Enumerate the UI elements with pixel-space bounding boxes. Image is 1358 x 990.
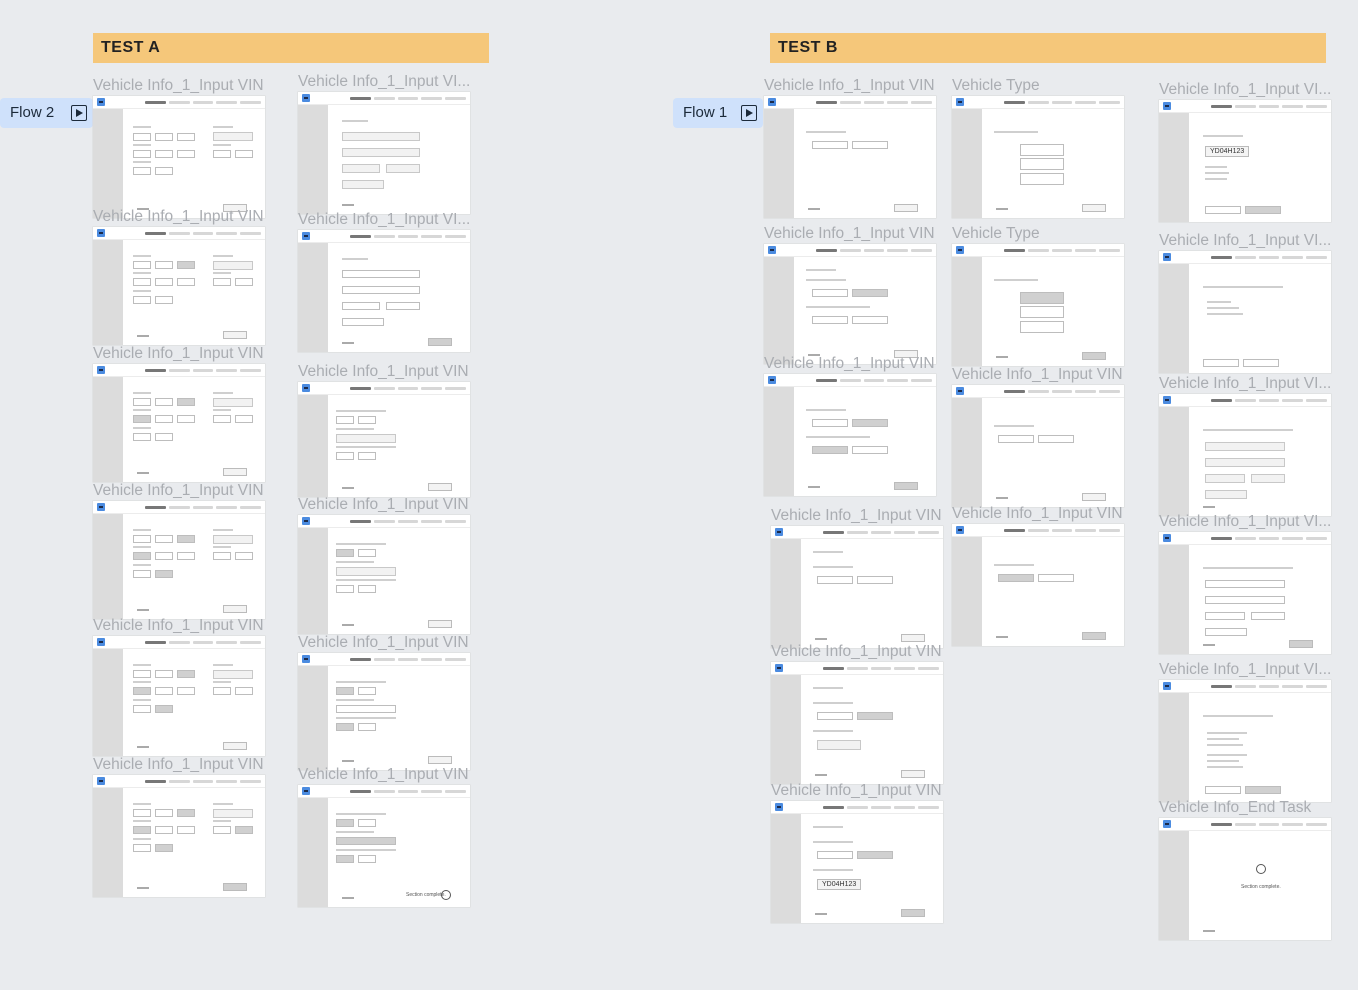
frame-label: Vehicle Info_1_Input VIN: [298, 766, 469, 783]
logo-icon: [97, 229, 105, 237]
check-icon: [441, 890, 451, 900]
logo-icon: [302, 517, 310, 525]
logo-icon: [775, 664, 783, 672]
play-icon[interactable]: [741, 105, 757, 121]
logo-icon: [768, 98, 776, 106]
screen-frame[interactable]: YD04H123: [771, 801, 943, 923]
frame-label: Vehicle Info_1_Input VIN: [764, 355, 935, 372]
frame-label: Vehicle Info_1_Input VI...: [298, 211, 470, 228]
logo-icon: [1163, 534, 1171, 542]
test-a-header: TEST A: [93, 33, 489, 63]
screen-frame[interactable]: [93, 775, 265, 897]
screen-frame[interactable]: [771, 526, 943, 648]
frame-label: Vehicle Info_1_Input VIN: [93, 617, 264, 634]
frame-label: Vehicle Info_1_Input VIN: [93, 208, 264, 225]
frame-label: Vehicle Info_1_Input VI...: [298, 73, 470, 90]
screen-frame[interactable]: [952, 244, 1124, 366]
frame-label: Vehicle Info_1_Input VIN: [93, 756, 264, 773]
logo-icon: [302, 94, 310, 102]
screen-frame[interactable]: Section complete.: [298, 785, 470, 907]
logo-icon: [97, 503, 105, 511]
logo-icon: [956, 246, 964, 254]
screen-frame[interactable]: [93, 227, 265, 345]
frame-label: Vehicle Info_1_Input VIN: [952, 366, 1123, 383]
screen-frame[interactable]: [93, 501, 265, 619]
logo-icon: [956, 526, 964, 534]
frame-label: Vehicle Info_1_Input VIN: [764, 225, 935, 242]
frame-label: Vehicle Info_1_Input VI...: [1159, 232, 1331, 249]
logo-icon: [302, 655, 310, 663]
logo-icon: [775, 528, 783, 536]
frame-label: Vehicle Info_1_Input VIN: [93, 482, 264, 499]
logo-icon: [1163, 396, 1171, 404]
screen-frame[interactable]: [952, 385, 1124, 507]
screen-frame[interactable]: [1159, 251, 1331, 373]
logo-icon: [302, 232, 310, 240]
test-b-header: TEST B: [770, 33, 1326, 63]
logo-icon: [1163, 253, 1171, 261]
screen-frame[interactable]: [952, 96, 1124, 218]
logo-icon: [768, 376, 776, 384]
logo-icon: [1163, 102, 1171, 110]
plate-display: YD04H123: [1205, 146, 1250, 157]
logo-icon: [97, 366, 105, 374]
check-icon: [1256, 864, 1266, 874]
logo-icon: [97, 777, 105, 785]
screen-frame[interactable]: [298, 515, 470, 634]
section-complete-text: Section complete.: [1241, 884, 1281, 890]
frame-label: Vehicle Info_End Task: [1159, 799, 1312, 816]
flow-2-label: Flow 2: [10, 104, 55, 121]
frame-label: Vehicle Info_1_Input VIN: [952, 505, 1123, 522]
flow-1-label: Flow 1: [683, 104, 728, 121]
frame-label: Vehicle Info_1_Input VI...: [1159, 661, 1331, 678]
frame-label: Vehicle Info_1_Input VIN: [93, 345, 264, 362]
frame-label: Vehicle Info_1_Input VI...: [1159, 81, 1331, 98]
frame-label: Vehicle Info_1_Input VIN: [298, 634, 469, 651]
flow-2-chip[interactable]: Flow 2: [0, 98, 93, 128]
frame-label: Vehicle Info_1_Input VIN: [298, 363, 469, 380]
frame-label: Vehicle Info_1_Input VIN: [298, 496, 469, 513]
screen-frame[interactable]: [93, 364, 265, 482]
screen-frame[interactable]: [1159, 394, 1331, 516]
screen-frame[interactable]: [93, 96, 265, 218]
screen-frame[interactable]: [764, 374, 936, 496]
logo-icon: [1163, 682, 1171, 690]
screen-frame[interactable]: [298, 382, 470, 497]
screen-frame[interactable]: [952, 524, 1124, 646]
frame-label: Vehicle Type: [952, 77, 1040, 94]
logo-icon: [302, 384, 310, 392]
license-plate-input[interactable]: YD04H123: [817, 879, 862, 890]
screen-frame[interactable]: Section complete.: [1159, 818, 1331, 940]
screen-frame[interactable]: [1159, 532, 1331, 654]
logo-icon: [768, 246, 776, 254]
logo-icon: [956, 98, 964, 106]
frame-label: Vehicle Type: [952, 225, 1040, 242]
screen-frame[interactable]: [298, 653, 470, 770]
logo-icon: [97, 638, 105, 646]
screen-frame[interactable]: [771, 662, 943, 784]
screen-frame[interactable]: [298, 92, 470, 214]
logo-icon: [775, 803, 783, 811]
section-complete-text: Section complete.: [406, 892, 446, 898]
frame-label: Vehicle Info_1_Input VI...: [1159, 513, 1331, 530]
frame-label: Vehicle Info_1_Input VIN: [771, 782, 942, 799]
screen-frame[interactable]: [764, 96, 936, 218]
screen-frame[interactable]: [764, 244, 936, 364]
screen-frame[interactable]: YD04H123: [1159, 100, 1331, 222]
frame-label: Vehicle Info_1_Input VIN: [771, 507, 942, 524]
frame-label: Vehicle Info_1_Input VIN: [764, 77, 935, 94]
frame-label: Vehicle Info_1_Input VI...: [1159, 375, 1331, 392]
frame-label: Vehicle Info_1_Input VIN: [771, 643, 942, 660]
play-icon[interactable]: [71, 105, 87, 121]
logo-icon: [97, 98, 105, 106]
frame-label: Vehicle Info_1_Input VIN: [93, 77, 264, 94]
logo-icon: [302, 787, 310, 795]
screen-frame[interactable]: [1159, 680, 1331, 802]
flow-1-chip[interactable]: Flow 1: [673, 98, 763, 128]
logo-icon: [1163, 820, 1171, 828]
screen-frame[interactable]: [298, 230, 470, 352]
screen-frame[interactable]: [93, 636, 265, 756]
logo-icon: [956, 387, 964, 395]
